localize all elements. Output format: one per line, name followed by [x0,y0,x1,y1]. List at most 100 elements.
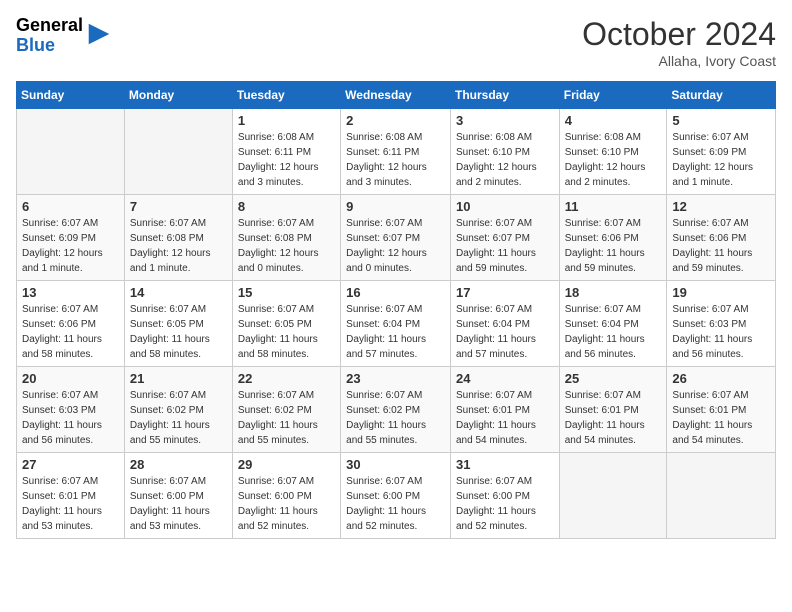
calendar-day: 17Sunrise: 6:07 AM Sunset: 6:04 PM Dayli… [450,281,559,367]
day-number: 15 [238,285,335,300]
calendar-week-1: 1 Sunrise: 6:08 AM Sunset: 6:11 PM Daylig… [17,109,776,195]
calendar-week-3: 13 Sunrise: 6:07 AM Sunset: 6:06 PM Dayli… [17,281,776,367]
calendar-day: 9Sunrise: 6:07 AM Sunset: 6:07 PM Daylig… [341,195,451,281]
day-number: 25 [565,371,662,386]
day-info: Sunrise: 6:08 AM Sunset: 6:11 PM Dayligh… [346,130,445,190]
day-number: 10 [456,199,554,214]
day-number: 28 [130,457,227,472]
logo: General Blue [16,16,113,56]
day-number: 13 [22,285,119,300]
day-info: Sunrise: 6:07 AM Sunset: 6:00 PM Dayligh… [238,474,335,534]
calendar-day: 4 Sunrise: 6:08 AM Sunset: 6:10 PM Daylig… [559,109,667,195]
day-info: Sunrise: 6:07 AM Sunset: 6:01 PM Dayligh… [672,388,770,448]
calendar-day: 6Sunrise: 6:07 AM Sunset: 6:09 PM Daylig… [17,195,125,281]
logo-general: General [16,16,83,36]
day-info: Sunrise: 6:07 AM Sunset: 6:02 PM Dayligh… [130,388,227,448]
logo-text: General Blue [16,16,83,56]
day-info: Sunrise: 6:07 AM Sunset: 6:05 PM Dayligh… [238,302,335,362]
day-number: 26 [672,371,770,386]
day-info: Sunrise: 6:07 AM Sunset: 6:06 PM Dayligh… [22,302,119,362]
weekday-header-tuesday: Tuesday [232,82,340,109]
day-number: 24 [456,371,554,386]
day-info: Sunrise: 6:07 AM Sunset: 6:07 PM Dayligh… [456,216,554,276]
calendar-body: 1 Sunrise: 6:08 AM Sunset: 6:11 PM Daylig… [17,109,776,539]
day-info: Sunrise: 6:07 AM Sunset: 6:03 PM Dayligh… [672,302,770,362]
calendar-day: 13 Sunrise: 6:07 AM Sunset: 6:06 PM Dayli… [17,281,125,367]
day-number: 29 [238,457,335,472]
day-info: Sunrise: 6:07 AM Sunset: 6:01 PM Dayligh… [22,474,119,534]
calendar-day: 26 Sunrise: 6:07 AM Sunset: 6:01 PM Dayli… [667,367,776,453]
calendar-day: 12Sunrise: 6:07 AM Sunset: 6:06 PM Dayli… [667,195,776,281]
day-number: 30 [346,457,445,472]
calendar-day [124,109,232,195]
month-title: October 2024 [582,16,776,53]
calendar-day: 30 Sunrise: 6:07 AM Sunset: 6:00 PM Dayli… [341,453,451,539]
day-number: 4 [565,113,662,128]
day-info: Sunrise: 6:08 AM Sunset: 6:10 PM Dayligh… [565,130,662,190]
calendar-table: SundayMondayTuesdayWednesdayThursdayFrid… [16,81,776,539]
calendar-day: 11 Sunrise: 6:07 AM Sunset: 6:06 PM Dayli… [559,195,667,281]
day-info: Sunrise: 6:07 AM Sunset: 6:02 PM Dayligh… [346,388,445,448]
day-info: Sunrise: 6:07 AM Sunset: 6:00 PM Dayligh… [346,474,445,534]
day-info: Sunrise: 6:07 AM Sunset: 6:01 PM Dayligh… [456,388,554,448]
day-number: 27 [22,457,119,472]
day-info: Sunrise: 6:07 AM Sunset: 6:01 PM Dayligh… [565,388,662,448]
day-number: 21 [130,371,227,386]
day-info: Sunrise: 6:07 AM Sunset: 6:08 PM Dayligh… [238,216,335,276]
calendar-day: 23 Sunrise: 6:07 AM Sunset: 6:02 PM Dayli… [341,367,451,453]
day-info: Sunrise: 6:08 AM Sunset: 6:10 PM Dayligh… [456,130,554,190]
calendar-day [559,453,667,539]
day-number: 11 [565,199,662,214]
title-block: October 2024 Allaha, Ivory Coast [582,16,776,69]
day-number: 18 [565,285,662,300]
day-info: Sunrise: 6:07 AM Sunset: 6:03 PM Dayligh… [22,388,119,448]
calendar-day: 3 Sunrise: 6:08 AM Sunset: 6:10 PM Daylig… [450,109,559,195]
day-info: Sunrise: 6:07 AM Sunset: 6:05 PM Dayligh… [130,302,227,362]
calendar-day: 27 Sunrise: 6:07 AM Sunset: 6:01 PM Dayli… [17,453,125,539]
calendar-day [667,453,776,539]
calendar-day: 2Sunrise: 6:08 AM Sunset: 6:11 PM Daylig… [341,109,451,195]
calendar-day: 31 Sunrise: 6:07 AM Sunset: 6:00 PM Dayli… [450,453,559,539]
day-number: 3 [456,113,554,128]
calendar-day: 14 Sunrise: 6:07 AM Sunset: 6:05 PM Dayli… [124,281,232,367]
day-number: 1 [238,113,335,128]
calendar-week-4: 20Sunrise: 6:07 AM Sunset: 6:03 PM Dayli… [17,367,776,453]
day-info: Sunrise: 6:07 AM Sunset: 6:07 PM Dayligh… [346,216,445,276]
day-info: Sunrise: 6:07 AM Sunset: 6:08 PM Dayligh… [130,216,227,276]
calendar-week-5: 27 Sunrise: 6:07 AM Sunset: 6:01 PM Dayli… [17,453,776,539]
weekday-header-friday: Friday [559,82,667,109]
location: Allaha, Ivory Coast [582,53,776,69]
day-info: Sunrise: 6:07 AM Sunset: 6:00 PM Dayligh… [456,474,554,534]
calendar-header: SundayMondayTuesdayWednesdayThursdayFrid… [17,82,776,109]
calendar-day: 29 Sunrise: 6:07 AM Sunset: 6:00 PM Dayli… [232,453,340,539]
day-info: Sunrise: 6:07 AM Sunset: 6:09 PM Dayligh… [672,130,770,190]
calendar-day: 5Sunrise: 6:07 AM Sunset: 6:09 PM Daylig… [667,109,776,195]
day-number: 8 [238,199,335,214]
calendar-day: 15 Sunrise: 6:07 AM Sunset: 6:05 PM Dayli… [232,281,340,367]
calendar-week-2: 6Sunrise: 6:07 AM Sunset: 6:09 PM Daylig… [17,195,776,281]
day-info: Sunrise: 6:07 AM Sunset: 6:06 PM Dayligh… [565,216,662,276]
calendar-day: 20Sunrise: 6:07 AM Sunset: 6:03 PM Dayli… [17,367,125,453]
day-info: Sunrise: 6:07 AM Sunset: 6:06 PM Dayligh… [672,216,770,276]
day-info: Sunrise: 6:08 AM Sunset: 6:11 PM Dayligh… [238,130,335,190]
calendar-day: 21 Sunrise: 6:07 AM Sunset: 6:02 PM Dayli… [124,367,232,453]
weekday-row: SundayMondayTuesdayWednesdayThursdayFrid… [17,82,776,109]
calendar-day: 22Sunrise: 6:07 AM Sunset: 6:02 PM Dayli… [232,367,340,453]
day-number: 19 [672,285,770,300]
day-number: 14 [130,285,227,300]
calendar-day: 25 Sunrise: 6:07 AM Sunset: 6:01 PM Dayli… [559,367,667,453]
weekday-header-monday: Monday [124,82,232,109]
day-number: 16 [346,285,445,300]
calendar-day: 8 Sunrise: 6:07 AM Sunset: 6:08 PM Daylig… [232,195,340,281]
calendar-day: 18 Sunrise: 6:07 AM Sunset: 6:04 PM Dayli… [559,281,667,367]
day-info: Sunrise: 6:07 AM Sunset: 6:09 PM Dayligh… [22,216,119,276]
weekday-header-thursday: Thursday [450,82,559,109]
day-number: 31 [456,457,554,472]
calendar-day: 28Sunrise: 6:07 AM Sunset: 6:00 PM Dayli… [124,453,232,539]
day-info: Sunrise: 6:07 AM Sunset: 6:04 PM Dayligh… [346,302,445,362]
day-number: 17 [456,285,554,300]
day-number: 23 [346,371,445,386]
calendar-day: 10 Sunrise: 6:07 AM Sunset: 6:07 PM Dayli… [450,195,559,281]
day-info: Sunrise: 6:07 AM Sunset: 6:04 PM Dayligh… [565,302,662,362]
calendar-day: 16 Sunrise: 6:07 AM Sunset: 6:04 PM Dayli… [341,281,451,367]
